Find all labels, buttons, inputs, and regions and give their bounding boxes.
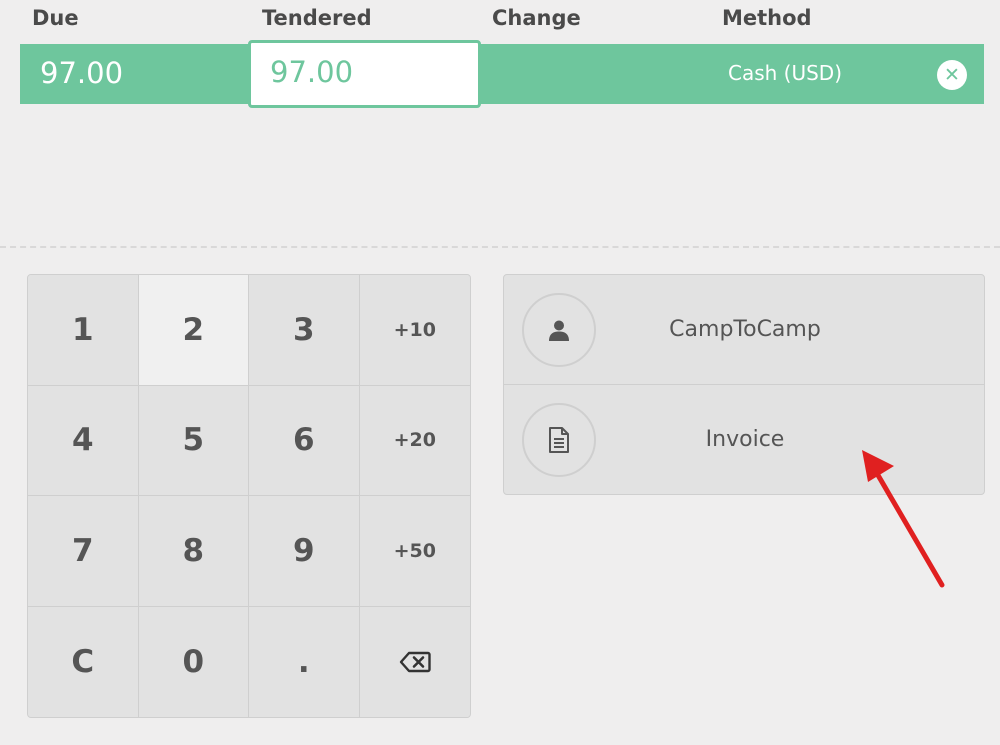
annotation-arrow	[862, 450, 945, 588]
payment-method: Cash (USD)	[728, 61, 843, 85]
numpad-key-3[interactable]: 3	[249, 275, 360, 386]
header-tendered: Tendered	[262, 6, 372, 30]
customer-button[interactable]: CampToCamp	[504, 275, 984, 385]
delete-payment-icon[interactable]: ✕	[937, 60, 967, 90]
numpad-key-4[interactable]: 4	[28, 385, 139, 496]
numpad-key-6[interactable]: 6	[249, 385, 360, 496]
numpad-key-plus-50[interactable]: +50	[359, 496, 470, 607]
header-due: Due	[32, 6, 79, 30]
numpad: 1 2 3 +10 4 5 6 +20 7 8 9 +50 C 0 .	[27, 274, 471, 718]
tendered-amount-input[interactable]: 97.00	[248, 40, 481, 108]
due-amount: 97.00	[40, 56, 124, 90]
numpad-key-plus-20[interactable]: +20	[359, 385, 470, 496]
numpad-key-7[interactable]: 7	[28, 496, 139, 607]
numpad-key-8[interactable]: 8	[138, 496, 249, 607]
numpad-key-1[interactable]: 1	[28, 275, 139, 386]
numpad-key-2[interactable]: 2	[138, 275, 249, 386]
header-method: Method	[722, 6, 812, 30]
backspace-icon[interactable]	[359, 606, 470, 717]
numpad-key-plus-10[interactable]: +10	[359, 275, 470, 386]
numpad-key-0[interactable]: 0	[138, 606, 249, 717]
payment-line[interactable]: 97.00 97.00 Cash (USD) ✕	[20, 40, 984, 108]
header-change: Change	[492, 6, 581, 30]
customer-name: CampToCamp	[669, 317, 821, 342]
divider	[0, 246, 1000, 248]
numpad-key-9[interactable]: 9	[249, 496, 360, 607]
numpad-key-5[interactable]: 5	[138, 385, 249, 496]
numpad-key-clear[interactable]: C	[28, 606, 139, 717]
numpad-key-decimal[interactable]: .	[249, 606, 360, 717]
payment-screen: Due Tendered Change Method 97.00 97.00 C…	[0, 0, 1000, 745]
